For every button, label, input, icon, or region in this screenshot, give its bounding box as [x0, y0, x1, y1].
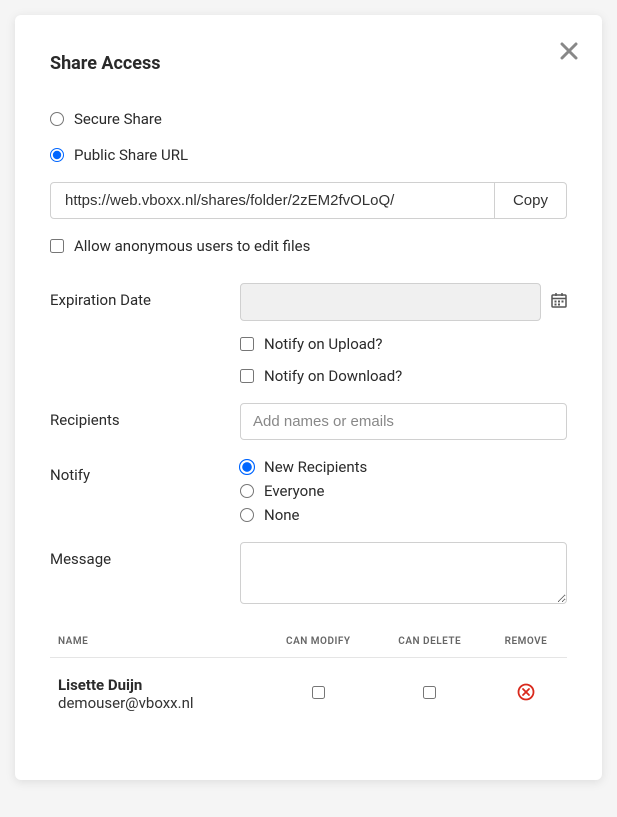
notify-label: Notify: [50, 458, 240, 484]
secure-share-label: Secure Share: [74, 110, 162, 128]
col-can-modify: CAN MODIFY: [262, 626, 375, 658]
share-url-input[interactable]: [50, 182, 495, 219]
notify-upload-checkbox[interactable]: [240, 337, 254, 351]
share-url-row: Copy: [50, 182, 567, 219]
notify-new-recipients-radio[interactable]: [239, 459, 255, 475]
share-access-modal: Share Access Secure Share Public Share U…: [15, 15, 602, 780]
notify-new-recipients-option[interactable]: New Recipients: [240, 458, 567, 476]
close-icon[interactable]: [560, 39, 578, 65]
recipients-table: NAME CAN MODIFY CAN DELETE REMOVE Lisett…: [50, 626, 567, 720]
notify-none-option[interactable]: None: [240, 506, 567, 524]
can-delete-checkbox[interactable]: [423, 686, 436, 699]
secure-share-radio[interactable]: [50, 112, 64, 126]
recipients-row: Recipients: [50, 403, 567, 440]
message-label: Message: [50, 542, 240, 568]
notify-new-recipients-label: New Recipients: [264, 458, 367, 476]
col-remove: REMOVE: [485, 626, 567, 658]
secure-share-option[interactable]: Secure Share: [50, 110, 567, 128]
can-modify-checkbox[interactable]: [312, 686, 325, 699]
public-share-label: Public Share URL: [74, 146, 188, 164]
notify-row: Notify New Recipients Everyone None: [50, 458, 567, 524]
recipients-label: Recipients: [50, 403, 240, 429]
copy-button[interactable]: Copy: [495, 182, 567, 219]
allow-anon-label: Allow anonymous users to edit files: [74, 237, 310, 255]
message-textarea[interactable]: [240, 542, 567, 604]
public-share-option[interactable]: Public Share URL: [50, 146, 567, 164]
allow-anon-checkbox[interactable]: [50, 239, 64, 253]
notify-upload-label: Notify on Upload?: [264, 335, 382, 353]
allow-anon-row[interactable]: Allow anonymous users to edit files: [50, 237, 567, 255]
modal-title: Share Access: [50, 53, 567, 74]
message-row: Message: [50, 542, 567, 608]
col-can-delete: CAN DELETE: [375, 626, 485, 658]
notify-everyone-radio[interactable]: [240, 484, 254, 498]
expiration-input[interactable]: [240, 283, 541, 321]
public-share-radio[interactable]: [50, 148, 64, 162]
notify-everyone-option[interactable]: Everyone: [240, 482, 567, 500]
notify-none-radio[interactable]: [240, 508, 254, 522]
user-name: Lisette Duijn: [58, 676, 254, 694]
expiration-row: Expiration Date Notify on Upload? Notify…: [50, 283, 567, 385]
notify-download-row[interactable]: Notify on Download?: [240, 367, 567, 385]
notify-everyone-label: Everyone: [264, 482, 324, 500]
table-row: Lisette Duijn demouser@vboxx.nl: [50, 658, 567, 721]
user-email: demouser@vboxx.nl: [58, 694, 254, 712]
notify-upload-row[interactable]: Notify on Upload?: [240, 335, 567, 353]
calendar-icon[interactable]: [551, 292, 567, 312]
col-name: NAME: [50, 626, 262, 658]
notify-download-label: Notify on Download?: [264, 367, 402, 385]
expiration-label: Expiration Date: [50, 283, 240, 309]
notify-download-checkbox[interactable]: [240, 369, 254, 383]
recipients-input[interactable]: [240, 403, 567, 440]
remove-icon[interactable]: [517, 683, 535, 701]
notify-none-label: None: [264, 506, 300, 524]
